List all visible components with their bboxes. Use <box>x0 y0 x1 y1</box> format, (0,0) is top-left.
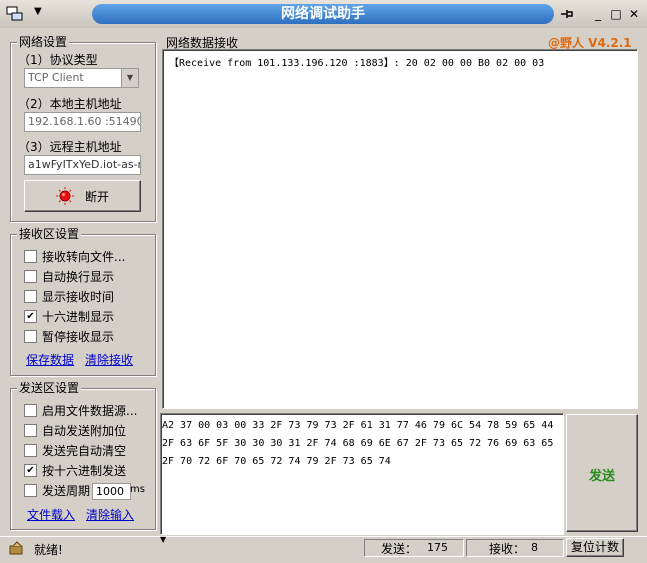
protocol-select[interactable]: TCP Client ▼ <box>24 68 139 88</box>
remote-address-label: （3）远程主机地址 <box>18 140 122 154</box>
network-settings-title: 网络设置 <box>17 35 70 49</box>
send-counter-label: 发送： <box>381 542 418 556</box>
protocol-label: （1）协议类型 <box>18 53 98 67</box>
clear-input-link[interactable]: 清除输入 <box>86 506 134 523</box>
receive-option-label: 自动换行显示 <box>42 270 115 284</box>
send-counter-box: 发送： 175 <box>364 539 464 557</box>
resize-grip-icon[interactable]: ▼ <box>160 535 166 544</box>
receive-counter-label: 接收： <box>489 542 526 556</box>
receive-option[interactable]: 接收转向文件... <box>24 248 125 264</box>
send-line: 2F 70 72 6F 70 65 72 74 79 2F 73 65 74 <box>162 456 391 467</box>
checkbox-checked-icon[interactable]: ✔ <box>24 464 37 477</box>
receive-option[interactable]: 自动换行显示 <box>24 268 114 284</box>
maximize-button[interactable]: □ <box>608 6 624 22</box>
connection-status-icon <box>55 187 75 208</box>
send-option-label: 按十六进制发送 <box>42 464 127 478</box>
checkbox-icon[interactable] <box>24 484 37 497</box>
receive-content: 【Receive from 101.133.196.120 :1883】: 20… <box>169 58 545 69</box>
send-line: A2 37 00 03 00 33 2F 73 79 73 2F 61 31 7… <box>162 420 554 431</box>
receive-option-label: 十六进制显示 <box>42 310 115 324</box>
send-option[interactable]: 发送完自动清空 <box>24 442 126 458</box>
close-button[interactable]: ✕ <box>626 6 642 22</box>
title-bar: ▼ 网络调试助手 _ □ ✕ <box>0 0 647 28</box>
send-option[interactable]: ✔ 按十六进制发送 <box>24 462 126 478</box>
send-period-field[interactable]: 1000 <box>92 483 131 500</box>
minimize-button[interactable]: _ <box>590 6 606 22</box>
checkbox-icon[interactable] <box>24 270 37 283</box>
chevron-down-icon[interactable]: ▼ <box>121 69 138 87</box>
receive-option[interactable]: 显示接收时间 <box>24 288 114 304</box>
clear-receive-link[interactable]: 清除接收 <box>85 351 133 368</box>
send-option-label: 发送周期 <box>42 484 91 498</box>
app-icon[interactable] <box>6 5 24 21</box>
checkbox-icon[interactable] <box>24 424 37 437</box>
receive-option[interactable]: ✔ 十六进制显示 <box>24 308 114 324</box>
send-option-label: 启用文件数据源... <box>42 404 138 418</box>
send-settings-title: 发送区设置 <box>17 381 82 395</box>
send-button[interactable]: 发送 <box>566 414 638 532</box>
receive-option-label: 显示接收时间 <box>42 290 115 304</box>
reset-counter-button[interactable]: 复位计数 <box>566 538 624 557</box>
send-counter-value: 175 <box>427 541 448 554</box>
receive-option-label: 暂停接收显示 <box>42 330 115 344</box>
receive-option-label: 接收转向文件... <box>42 250 126 264</box>
send-option[interactable]: 自动发送附加位 <box>24 422 126 438</box>
receive-counter-value: 8 <box>531 541 538 554</box>
send-option[interactable]: 发送周期 <box>24 482 90 498</box>
disconnect-button-label: 断开 <box>85 190 110 204</box>
local-address-label: （2）本地主机地址 <box>18 97 122 111</box>
send-button-label: 发送 <box>588 469 615 484</box>
save-data-link[interactable]: 保存数据 <box>26 351 74 368</box>
send-textarea[interactable]: A2 37 00 03 00 33 2F 73 79 73 2F 61 31 7… <box>160 413 564 535</box>
status-icon <box>8 540 26 559</box>
window-title: 网络调试助手 <box>92 4 554 24</box>
load-file-link[interactable]: 文件载入 <box>27 506 75 523</box>
send-option[interactable]: 启用文件数据源... <box>24 402 137 418</box>
checkbox-icon[interactable] <box>24 404 37 417</box>
remote-address-field[interactable]: a1wFyITxYeD.iot-as-mq <box>24 155 141 175</box>
send-option-label: 自动发送附加位 <box>42 424 127 438</box>
protocol-value: TCP Client <box>28 71 84 84</box>
receive-textarea[interactable]: 【Receive from 101.133.196.120 :1883】: 20… <box>162 49 638 409</box>
receive-option[interactable]: 暂停接收显示 <box>24 328 114 344</box>
send-period-unit: ms <box>130 484 145 495</box>
send-line: 2F 63 6F 5F 30 30 30 31 2F 74 68 69 6E 6… <box>162 438 554 449</box>
receive-counter-box: 接收： 8 <box>466 539 564 557</box>
checkbox-icon[interactable] <box>24 250 37 263</box>
pin-icon[interactable] <box>558 6 574 22</box>
checkbox-icon[interactable] <box>24 330 37 343</box>
send-option-label: 发送完自动清空 <box>42 444 127 458</box>
receive-settings-title: 接收区设置 <box>17 227 82 241</box>
status-text: 就绪! <box>34 543 63 557</box>
checkbox-icon[interactable] <box>24 444 37 457</box>
chevron-down-icon[interactable]: ▼ <box>34 6 42 17</box>
checkbox-checked-icon[interactable]: ✔ <box>24 310 37 323</box>
local-address-field[interactable]: 192.168.1.60 :51490 <box>24 112 141 132</box>
disconnect-button[interactable]: 断开 <box>24 180 141 212</box>
checkbox-icon[interactable] <box>24 290 37 303</box>
